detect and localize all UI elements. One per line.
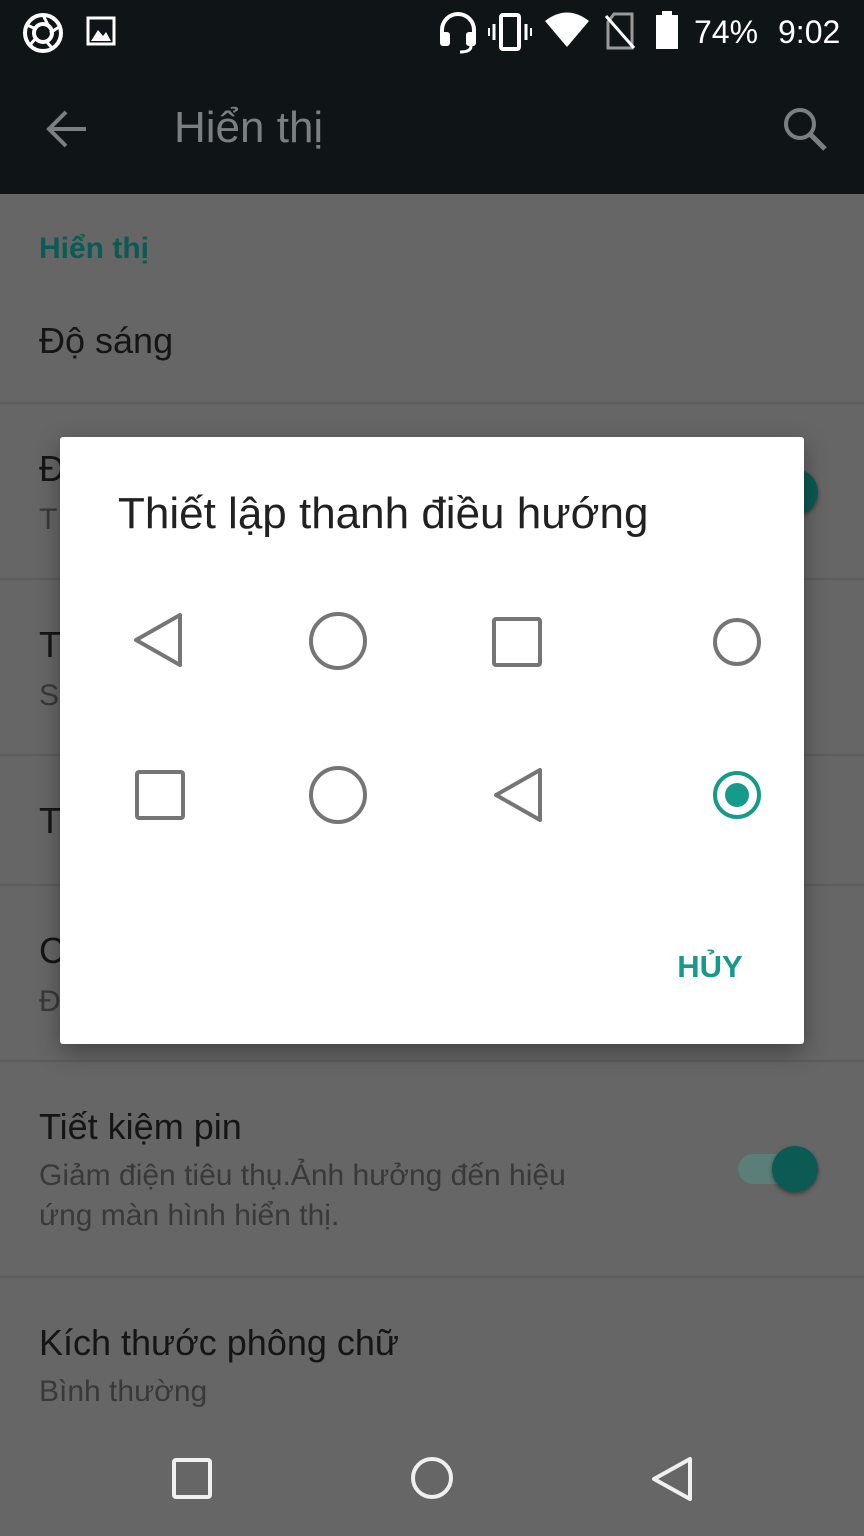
arrow-back-icon[interactable]: [44, 106, 90, 157]
setting-subtitle-line-2: ứng màn hình hiển thị.: [39, 1199, 340, 1232]
wifi-icon: [544, 12, 590, 53]
camera-shutter-icon: [22, 12, 64, 59]
no-sim-icon: [604, 12, 636, 55]
setting-subtitle: T: [39, 503, 58, 536]
battery-icon: [654, 10, 680, 55]
home-circle-icon: [308, 611, 368, 676]
image-icon: [86, 16, 116, 51]
home-circle-icon[interactable]: [410, 1456, 454, 1505]
back-triangle-icon: [132, 612, 184, 673]
cancel-button[interactable]: HỦY: [650, 937, 770, 997]
toggle-knob[interactable]: [772, 1146, 818, 1192]
nav-option-2[interactable]: [60, 742, 804, 850]
setting-subtitle: S: [39, 679, 60, 712]
headset-icon: [436, 10, 480, 59]
back-triangle-icon: [492, 767, 544, 828]
system-navigation-bar: [0, 1428, 864, 1536]
section-header: Hiển thị: [39, 232, 149, 265]
recents-square-icon[interactable]: [172, 1458, 212, 1505]
toolbar: Hiển thị: [0, 64, 864, 194]
setting-title: T: [39, 800, 61, 841]
recents-square-icon: [492, 617, 542, 672]
status-bar: 74% 9:02: [0, 0, 864, 64]
setting-battery-saver[interactable]: Tiết kiệm pin Giảm điện tiêu thụ.Ảnh hưở…: [0, 1062, 864, 1278]
nav-option-1[interactable]: [60, 587, 804, 695]
navigation-bar-setup-dialog: Thiết lập thanh điều hướng HỦY: [60, 437, 804, 1044]
back-triangle-icon[interactable]: [650, 1456, 694, 1507]
recents-square-icon: [135, 770, 185, 825]
setting-brightness[interactable]: Độ sáng: [0, 280, 864, 404]
radio-unselected-icon[interactable]: [712, 617, 762, 672]
search-icon[interactable]: [780, 104, 830, 159]
clock: 9:02: [778, 14, 841, 50]
setting-subtitle: Đ: [39, 985, 61, 1018]
battery-percent: 74%: [694, 14, 759, 50]
vibrate-icon: [488, 12, 532, 57]
setting-subtitle-line-1: Giảm điện tiêu thụ.Ảnh hưởng đến hiệu: [39, 1159, 566, 1192]
radio-selected-icon[interactable]: [712, 770, 762, 825]
home-circle-icon: [308, 765, 368, 830]
setting-title: Tiết kiệm pin: [39, 1106, 242, 1147]
setting-title: T: [39, 624, 61, 665]
page-title: Hiển thị: [174, 103, 324, 152]
setting-title: Độ sáng: [39, 320, 174, 361]
setting-font-size[interactable]: Kích thước phông chữ Bình thường: [0, 1278, 864, 1428]
setting-subtitle: Bình thường: [39, 1375, 208, 1408]
dialog-title: Thiết lập thanh điều hướng: [118, 489, 649, 538]
setting-title: Kích thước phông chữ: [39, 1322, 399, 1363]
